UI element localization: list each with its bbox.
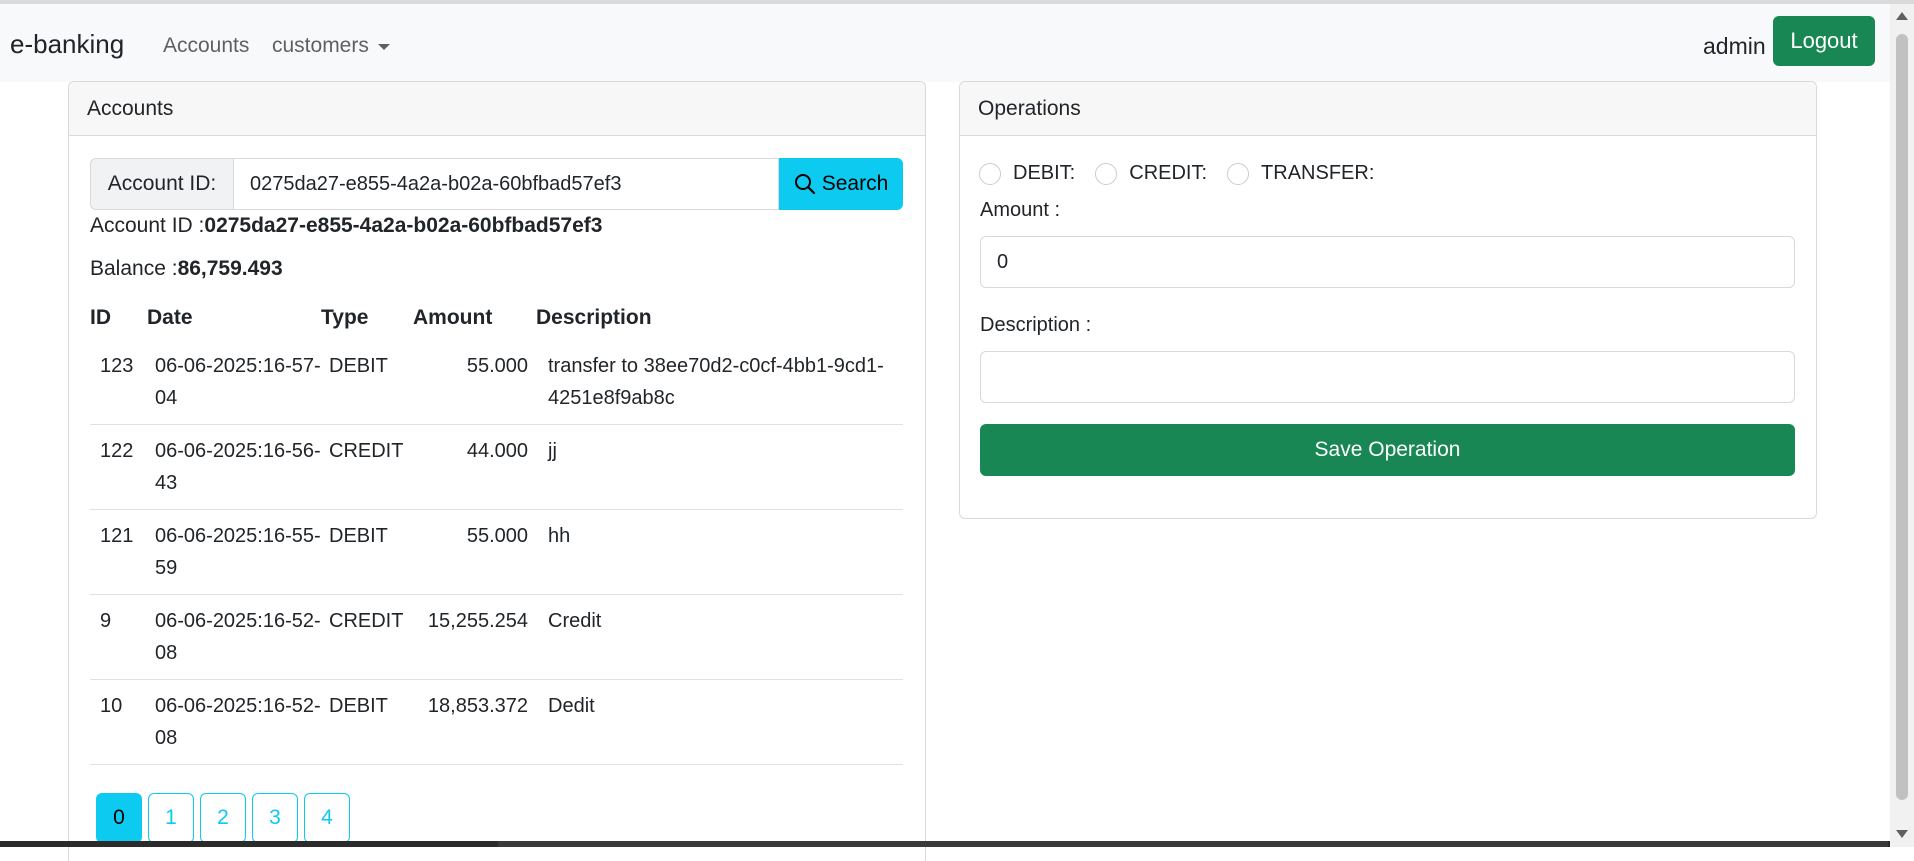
table-row: 122 06-06-2025:16-56-43 CREDIT 44.000 jj (90, 424, 903, 510)
search-button[interactable]: Search (779, 158, 903, 210)
cell-description: jj (536, 424, 903, 510)
balance-prefix: Balance : (90, 257, 178, 280)
table-row: 121 06-06-2025:16-55-59 DEBIT 55.000 hh (90, 509, 903, 595)
account-id-info: Account ID :0275da27-e855-4a2a-b02a-60bf… (90, 214, 602, 238)
navbar: e-banking Accounts customers admin Logou… (0, 4, 1890, 82)
account-id-value: 0275da27-e855-4a2a-b02a-60bfbad57ef3 (204, 214, 603, 237)
username-label: admin (1703, 33, 1766, 59)
cell-description: transfer to 38ee70d2-c0cf-4bb1-9cd1-4251… (548, 355, 884, 409)
brand-logo[interactable]: e-banking (10, 29, 124, 60)
table-row: 10 06-06-2025:16-52-08 DEBIT 18,853.372 … (90, 679, 903, 765)
table-header-row: ID Date Type Amount Description (90, 300, 903, 340)
radio-debit[interactable]: DEBIT: (979, 162, 1075, 185)
balance-info: Balance :86,759.493 (90, 257, 283, 281)
page-button-0[interactable]: 0 (96, 793, 142, 843)
page-button-3[interactable]: 3 (252, 793, 298, 843)
nav-accounts-link[interactable]: Accounts (163, 34, 249, 58)
accounts-card: Accounts Account ID: Search Account ID :… (68, 81, 926, 861)
account-search-group: Account ID: Search (90, 158, 903, 210)
scroll-up-arrow-icon[interactable] (1896, 12, 1908, 20)
cell-type: CREDIT (321, 594, 413, 680)
column-header-date: Date (147, 306, 193, 329)
cell-amount: 55.000 (413, 509, 536, 595)
pagination: 0 1 2 3 4 (96, 793, 350, 843)
cell-id: 123 (100, 355, 134, 377)
radio-credit-label: CREDIT: (1129, 162, 1208, 184)
cell-amount: 44.000 (413, 424, 536, 510)
cell-date: 06-06-2025:16-52-08 (147, 679, 321, 765)
description-input[interactable] (980, 351, 1795, 403)
operation-type-radios: DEBIT: CREDIT: TRANSFER: (979, 162, 1394, 185)
save-operation-button[interactable]: Save Operation (980, 424, 1795, 476)
radio-debit-label: DEBIT: (1013, 162, 1076, 184)
cell-date: 06-06-2025:16-55-59 (147, 509, 321, 595)
scrollbar-thumb[interactable] (1896, 34, 1908, 800)
radio-circle-credit[interactable] (1095, 162, 1118, 185)
page-button-1[interactable]: 1 (148, 793, 194, 843)
cell-date: 06-06-2025:16-56-43 (147, 424, 321, 510)
account-id-input[interactable] (233, 158, 779, 210)
cell-type: DEBIT (321, 679, 413, 765)
cell-id: 10 (90, 679, 147, 765)
cell-type: DEBIT (329, 355, 388, 377)
search-icon (794, 174, 815, 195)
cell-id: 121 (90, 509, 147, 595)
taskbar-edge (0, 841, 1890, 847)
balance-value: 86,759.493 (177, 257, 283, 280)
cell-id: 122 (90, 424, 147, 510)
radio-transfer-label: TRANSFER: (1261, 162, 1375, 184)
column-header-id: ID (90, 306, 111, 329)
table-row: 9 06-06-2025:16-52-08 CREDIT 15,255.254 … (90, 594, 903, 680)
cell-description: hh (536, 509, 903, 595)
cell-type: DEBIT (321, 509, 413, 595)
cell-type: CREDIT (321, 424, 413, 510)
caret-down-icon (377, 44, 390, 50)
radio-transfer[interactable]: TRANSFER: (1227, 162, 1374, 185)
amount-label: Amount : (980, 199, 1061, 221)
accounts-card-header: Accounts (69, 82, 925, 136)
cell-date: 06-06-2025:16-52-08 (147, 594, 321, 680)
column-header-amount: Amount (413, 306, 493, 329)
cell-date: 06-06-2025:16-57-04 (155, 355, 321, 409)
column-header-description: Description (536, 306, 652, 329)
page-button-4[interactable]: 4 (304, 793, 350, 843)
cell-description: Dedit (536, 679, 903, 765)
logout-button[interactable]: Logout (1773, 16, 1875, 66)
cell-amount: 15,255.254 (413, 594, 536, 680)
description-label: Description : (980, 314, 1092, 336)
account-id-label: Account ID: (90, 158, 233, 210)
account-id-prefix: Account ID : (90, 214, 205, 237)
amount-input[interactable] (980, 236, 1795, 288)
operations-card: Operations DEBIT: CREDIT: TRANSFER: Amou… (959, 81, 1817, 519)
operations-table: ID Date Type Amount Description 123 06-0… (90, 300, 903, 765)
vertical-scrollbar[interactable] (1890, 4, 1914, 847)
nav-customers-dropdown[interactable]: customers (272, 34, 390, 58)
radio-circle-debit[interactable] (979, 162, 1001, 185)
cell-description: Credit (536, 594, 903, 680)
cell-amount: 18,853.372 (413, 679, 536, 765)
radio-circle-transfer[interactable] (1227, 162, 1250, 185)
page-button-2[interactable]: 2 (200, 793, 246, 843)
nav-customers-label: customers (272, 34, 369, 57)
cell-id: 9 (90, 594, 147, 680)
operations-card-header: Operations (960, 82, 1816, 136)
cell-amount: 55.000 (466, 355, 528, 377)
column-header-type: Type (321, 306, 369, 329)
search-button-label: Search (821, 172, 889, 195)
table-row: 123 06-06-2025:16-57-04 DEBIT 55.000 tra… (90, 340, 903, 425)
scroll-down-arrow-icon[interactable] (1896, 830, 1908, 838)
taskbar-segment (498, 841, 1888, 847)
radio-credit[interactable]: CREDIT: (1095, 162, 1207, 185)
